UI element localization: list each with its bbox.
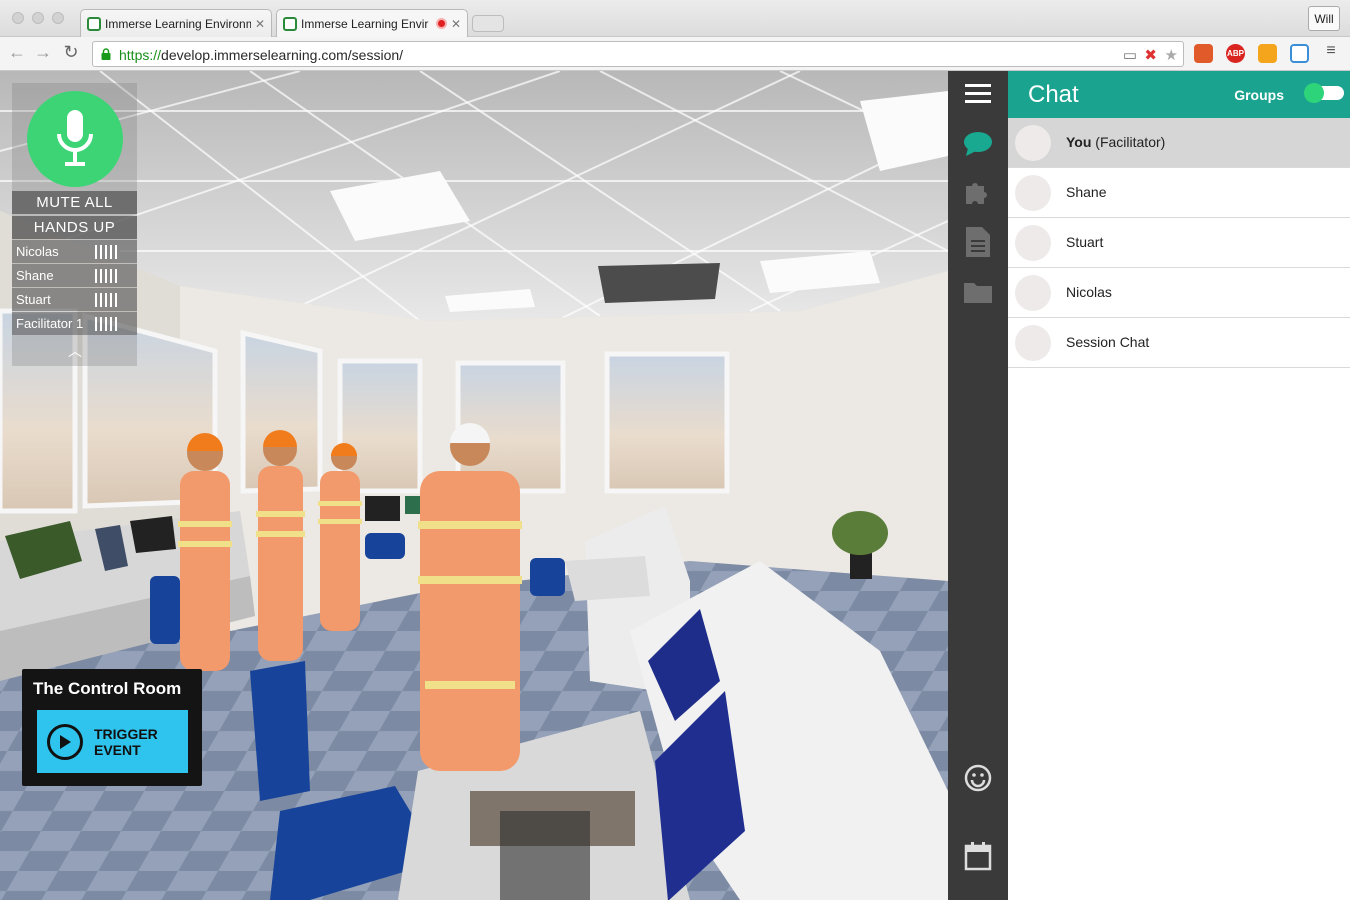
voice-panel: MUTE ALL HANDS UP Nicolas Shane Stuart F… — [12, 83, 137, 366]
toggle-knob — [1304, 83, 1324, 103]
chat-contact-session[interactable]: Session Chat — [1008, 318, 1350, 368]
volume-meter-icon — [95, 293, 117, 307]
chrome-menu-icon[interactable]: ≡ — [1320, 42, 1342, 60]
tab-title: Immerse Learning Envir — [301, 16, 429, 31]
avatar — [1015, 225, 1051, 261]
groups-label: Groups — [1234, 87, 1284, 103]
volume-meter-icon — [95, 317, 117, 331]
participant-name: Nicolas — [16, 244, 59, 259]
avatar — [1015, 125, 1051, 161]
tab-close-icon[interactable]: ✕ — [255, 17, 265, 31]
volume-meter-icon — [95, 269, 117, 283]
chat-header: Chat Groups — [1008, 71, 1350, 118]
trigger-event-button[interactable]: TRIGGER EVENT — [37, 710, 188, 773]
trigger-event-label: TRIGGER EVENT — [94, 725, 158, 758]
minimize-window-button[interactable] — [32, 12, 44, 24]
lock-icon — [101, 48, 111, 60]
contact-name: You (Facilitator) — [1066, 134, 1166, 150]
contact-name: Nicolas — [1066, 284, 1112, 300]
forward-arrow-icon[interactable]: → — [32, 42, 54, 63]
groups-toggle[interactable] — [1304, 83, 1344, 103]
emoji-icon[interactable] — [963, 763, 993, 793]
new-tab-button[interactable] — [472, 15, 504, 32]
recording-icon — [435, 18, 447, 29]
browser-titlebar: Immerse Learning Environm ✕ Immerse Lear… — [0, 0, 1350, 37]
participant-row[interactable]: Facilitator 1 — [12, 312, 137, 335]
chat-title: Chat — [1028, 81, 1079, 108]
chat-contact-you[interactable]: You (Facilitator) — [1008, 118, 1350, 168]
immerse-favicon-icon — [283, 16, 297, 31]
microphone-button[interactable] — [27, 91, 123, 187]
3d-scene-viewport[interactable]: MUTE ALL HANDS UP Nicolas Shane Stuart F… — [0, 71, 948, 900]
browser-tab-1[interactable]: Immerse Learning Environm ✕ — [80, 9, 272, 37]
close-window-button[interactable] — [12, 12, 24, 24]
zoom-window-button[interactable] — [52, 12, 64, 24]
contact-name: Stuart — [1066, 234, 1104, 250]
adblock-label: ABP — [1227, 49, 1244, 58]
immerse-favicon-icon — [87, 16, 101, 31]
hands-up-button[interactable]: HANDS UP — [12, 216, 137, 239]
participant-name: Facilitator 1 — [16, 316, 84, 331]
calendar-icon[interactable] — [963, 841, 993, 871]
participant-row[interactable]: Stuart — [12, 288, 137, 311]
tab-close-icon[interactable]: ✕ — [451, 17, 461, 31]
folder-icon[interactable] — [963, 277, 993, 307]
chat-panel: Chat Groups You (Facilitator) Shane Stua… — [1008, 71, 1350, 900]
tab-title: Immerse Learning Environm — [105, 16, 251, 31]
avatar — [1015, 325, 1051, 361]
back-arrow-icon[interactable]: ← — [6, 42, 28, 63]
avatar — [1015, 275, 1051, 311]
contact-name: Session Chat — [1066, 334, 1150, 350]
reload-icon[interactable]: ↻ — [60, 42, 82, 63]
participant-row[interactable]: Shane — [12, 264, 137, 287]
chevron-up-icon[interactable]: ︿ — [68, 341, 82, 361]
contact-name: Shane — [1066, 184, 1107, 200]
document-icon[interactable] — [963, 227, 993, 257]
profile-button[interactable]: Will — [1308, 6, 1340, 31]
volume-meter-icon — [95, 245, 117, 259]
mute-all-button[interactable]: MUTE ALL — [12, 191, 137, 214]
camera-icon[interactable]: ▭ — [1123, 46, 1137, 64]
chat-contact-stuart[interactable]: Stuart — [1008, 218, 1350, 268]
chat-icon[interactable] — [963, 129, 993, 159]
microphone-icon — [57, 110, 93, 166]
url-text: https://develop.immerselearning.com/sess… — [119, 47, 404, 63]
chat-contact-nicolas[interactable]: Nicolas — [1008, 268, 1350, 318]
adblock-icon[interactable]: ABP — [1226, 44, 1245, 63]
blocked-popup-icon[interactable]: ✖ — [1144, 46, 1157, 64]
participant-name: Shane — [16, 268, 54, 283]
cast-icon[interactable] — [1290, 44, 1309, 63]
browser-toolbar: ← → ↻ https://develop.immerselearning.co… — [0, 37, 1350, 71]
puzzle-icon[interactable] — [963, 177, 993, 207]
scenario-title: The Control Room — [33, 679, 182, 698]
avatar — [1015, 175, 1051, 211]
chat-contact-shane[interactable]: Shane — [1008, 168, 1350, 218]
menu-icon[interactable] — [963, 79, 993, 109]
browser-tab-2[interactable]: Immerse Learning Envir ✕ — [276, 9, 468, 37]
play-icon — [47, 723, 83, 760]
address-bar[interactable]: https://develop.immerselearning.com/sess… — [92, 41, 1184, 67]
scenario-card: The Control Room TRIGGER EVENT — [22, 669, 202, 786]
participant-name: Stuart — [16, 292, 51, 307]
participant-row[interactable]: Nicolas — [12, 240, 137, 263]
sidebar-rail — [948, 71, 1008, 900]
bookmark-icon[interactable] — [1194, 44, 1213, 63]
bookmark-star-icon[interactable]: ★ — [1165, 46, 1178, 64]
analytics-icon[interactable] — [1258, 44, 1277, 63]
